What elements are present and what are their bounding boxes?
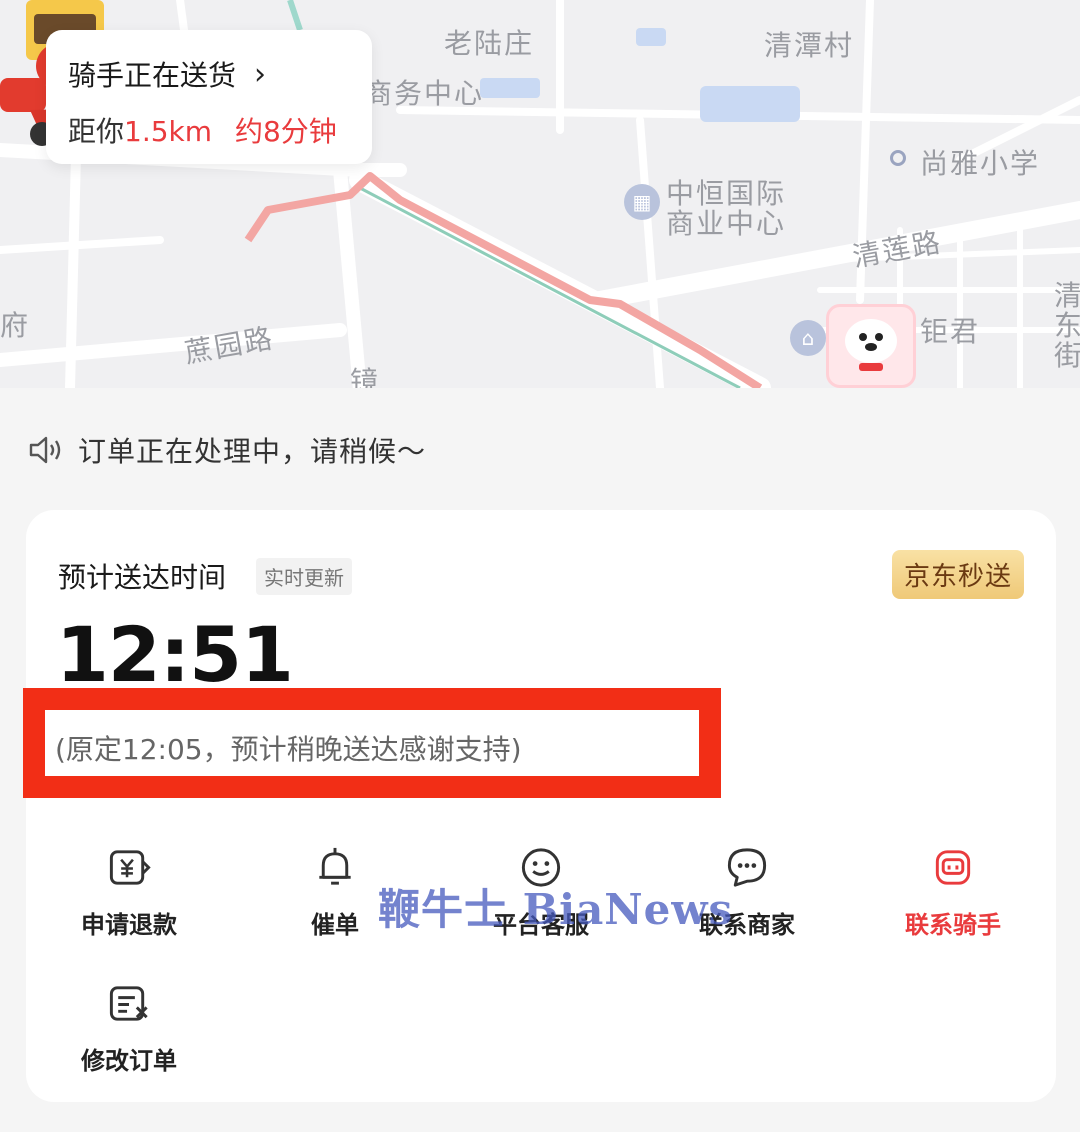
bell-icon <box>319 847 351 885</box>
rider-status-title: 骑手正在送货 › <box>68 54 350 94</box>
action-label: 修改订单 <box>81 1047 177 1075</box>
hotel-icon: ⌂ <box>790 320 826 356</box>
eta-label: 预计送达时间 <box>58 561 227 594</box>
realtime-tag: 实时更新 <box>256 558 352 595</box>
watermark: 鞭牛士 BiaNews <box>378 885 734 934</box>
destination-marker-icon[interactable] <box>826 304 916 388</box>
notice-text: 订单正在处理中，请稍候～ <box>78 435 427 468</box>
action-label: 联系骑手 <box>905 911 1001 939</box>
order-notice: 订单正在处理中，请稍候～ <box>28 428 426 472</box>
distance-value: 1.5km <box>124 115 213 148</box>
highlight-annotation-box: (原定12:05，预计稍晚送达感谢支持) <box>23 688 721 798</box>
rider-distance-line: 距你1.5km 约8分钟 <box>68 110 350 150</box>
map-label: 府 <box>0 309 31 342</box>
map-label: 商业中心 <box>666 207 787 240</box>
modify-order-button[interactable]: 修改订单 <box>26 966 232 1076</box>
contact-rider-button[interactable]: 联系骑手 <box>850 830 1056 940</box>
refund-button[interactable]: 申请退款 <box>26 830 232 940</box>
speaker-icon <box>29 436 61 464</box>
refund-icon <box>109 850 151 885</box>
eta-minutes: 约8分钟 <box>234 115 337 148</box>
rider-status-label: 骑手正在送货 <box>68 59 237 92</box>
map-view[interactable]: 老陆庄 清潭村 商务中心 尚雅小学 ▦ 中恒国际 商业中心 清莲路 蔗园路 ⌂ … <box>0 0 1080 388</box>
service-badge: 京东秒送 <box>891 550 1024 599</box>
map-label: 清潭村 <box>764 29 855 62</box>
action-label: 催单 <box>311 911 359 939</box>
map-label: 尚雅小学 <box>920 147 1041 180</box>
map-label: 街 <box>1054 339 1080 372</box>
rider-status-card[interactable]: 骑手正在送货 › 距你1.5km 约8分钟 <box>46 30 372 164</box>
map-label: 钜君 <box>920 315 981 348</box>
eta-time: 12:51 <box>56 610 294 699</box>
map-label: 老陆庄 <box>444 27 535 60</box>
delivery-info-card: 预计送达时间 实时更新 京东秒送 12:51 (原定12:05，预计稍晚送达感谢… <box>23 510 1056 1102</box>
map-label: 商务中心 <box>364 77 485 110</box>
poi-dot-icon <box>890 150 906 166</box>
rider-icon <box>935 850 971 885</box>
edit-order-icon <box>109 986 148 1021</box>
chevron-right-icon: › <box>254 56 267 92</box>
building-icon: ▦ <box>624 184 660 220</box>
distance-prefix: 距你 <box>68 115 125 148</box>
eta-note: (原定12:05，预计稍晚送达感谢支持) <box>55 733 522 766</box>
action-label: 申请退款 <box>81 911 177 939</box>
map-label: 镜 <box>350 365 381 388</box>
